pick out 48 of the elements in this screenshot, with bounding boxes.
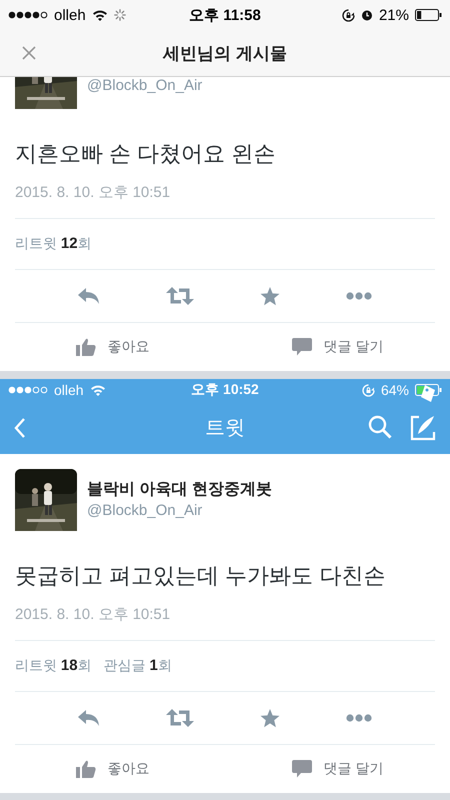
close-icon bbox=[22, 46, 36, 60]
like-button[interactable]: 좋아요 bbox=[0, 745, 225, 793]
more-icon bbox=[346, 714, 372, 722]
tweet-text: 못굽히고 펴고있는데 누가봐도 다친손 bbox=[15, 562, 386, 590]
retweet-icon bbox=[166, 287, 194, 305]
rotation-lock-icon bbox=[362, 384, 375, 396]
search-icon bbox=[368, 414, 392, 438]
comment-icon bbox=[292, 338, 312, 356]
signal-icon bbox=[8, 11, 48, 19]
carrier-name: olleh bbox=[54, 382, 84, 398]
tweet-date: 2015. 8. 10. 오후 10:51 bbox=[15, 183, 435, 219]
tweet-date: 2015. 8. 10. 오후 10:51 bbox=[15, 605, 435, 641]
stat-count: 리트윗 18회 bbox=[15, 657, 92, 675]
navigation-title: 트윗 bbox=[205, 416, 245, 441]
battery-percent: 64% bbox=[380, 382, 409, 398]
status-time: 오후 10:52 bbox=[191, 381, 259, 399]
like-button[interactable]: 좋아요 bbox=[0, 323, 225, 371]
stat-count: 리트윗 12회 bbox=[15, 235, 92, 253]
back-icon bbox=[14, 418, 26, 438]
star-icon bbox=[260, 286, 280, 306]
loading-icon bbox=[114, 9, 126, 21]
battery-percent: 21% bbox=[378, 6, 409, 24]
account-handle: @Blockb_On_Air bbox=[87, 77, 202, 94]
more-icon bbox=[346, 292, 372, 300]
signal-icon bbox=[8, 386, 48, 394]
comment-button[interactable]: 댓글 달기 bbox=[225, 323, 450, 371]
tweet-text: 지흔오빠 손 다쳤어요 왼손 bbox=[15, 140, 276, 168]
comment-icon bbox=[292, 760, 312, 778]
stat-count: 관심글 1회 bbox=[104, 657, 172, 675]
thumbs-up-icon bbox=[76, 338, 96, 356]
thumbs-up-icon bbox=[76, 760, 96, 778]
battery-icon bbox=[415, 9, 442, 21]
reply-icon bbox=[78, 709, 100, 727]
wifi-icon bbox=[90, 384, 106, 396]
comment-button[interactable]: 댓글 달기 bbox=[225, 745, 450, 793]
header-title: 세빈님의 게시물 bbox=[163, 42, 287, 64]
status-time: 오후 11:58 bbox=[189, 6, 261, 24]
retweet-icon bbox=[166, 709, 194, 727]
star-icon bbox=[260, 708, 280, 728]
compose-icon bbox=[410, 414, 436, 440]
alarm-icon bbox=[360, 9, 373, 21]
carrier-name: olleh bbox=[54, 6, 86, 24]
account-name: 블락비 아육대 현장중계봇 bbox=[87, 480, 272, 500]
reply-icon bbox=[78, 287, 100, 305]
account-handle: @Blockb_On_Air bbox=[87, 502, 204, 519]
wifi-icon bbox=[92, 9, 108, 21]
rotation-lock-icon bbox=[342, 8, 355, 22]
back-button[interactable] bbox=[12, 416, 28, 440]
